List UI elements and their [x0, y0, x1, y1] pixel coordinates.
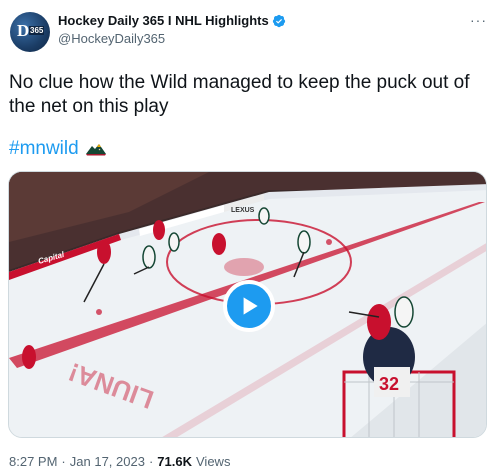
verified-badge-icon: [272, 14, 285, 27]
tweet-text: No clue how the Wild managed to keep the…: [9, 72, 470, 117]
tweet-card: D 365 Hockey Daily 365 I NHL Highlights …: [0, 0, 495, 471]
name-row: Hockey Daily 365 I NHL Highlights: [58, 13, 286, 28]
tweet-date[interactable]: Jan 17, 2023: [70, 454, 145, 469]
more-options-icon[interactable]: ···: [470, 12, 487, 28]
wild-logo-emoji-icon: [85, 144, 106, 156]
display-name[interactable]: Hockey Daily 365 I NHL Highlights: [58, 13, 269, 28]
avatar-number: 365: [29, 26, 45, 35]
tweet-time[interactable]: 8:27 PM: [9, 454, 57, 469]
meta-separator-2: ·: [148, 454, 154, 469]
author-block: Hockey Daily 365 I NHL Highlights @Hocke…: [58, 13, 286, 46]
avatar[interactable]: D 365: [10, 12, 50, 52]
play-icon: [243, 297, 258, 315]
goalie-number: 32: [379, 374, 399, 394]
handle[interactable]: @HockeyDaily365: [58, 31, 286, 46]
tweet-meta: 8:27 PM · Jan 17, 2023 · 71.6K Views: [9, 454, 230, 469]
meta-separator: ·: [61, 454, 66, 469]
video-player[interactable]: LEXUS Capital LIUNA! 32: [8, 171, 487, 438]
views-count: 71.6K: [157, 454, 192, 469]
views-label: Views: [196, 454, 231, 469]
board-ad-lexus: LEXUS: [231, 207, 255, 214]
play-button[interactable]: [223, 280, 275, 332]
avatar-letter: D: [17, 21, 30, 40]
hashtag-link[interactable]: #mnwild: [9, 138, 79, 160]
hashtag-row: #mnwild: [9, 138, 107, 160]
